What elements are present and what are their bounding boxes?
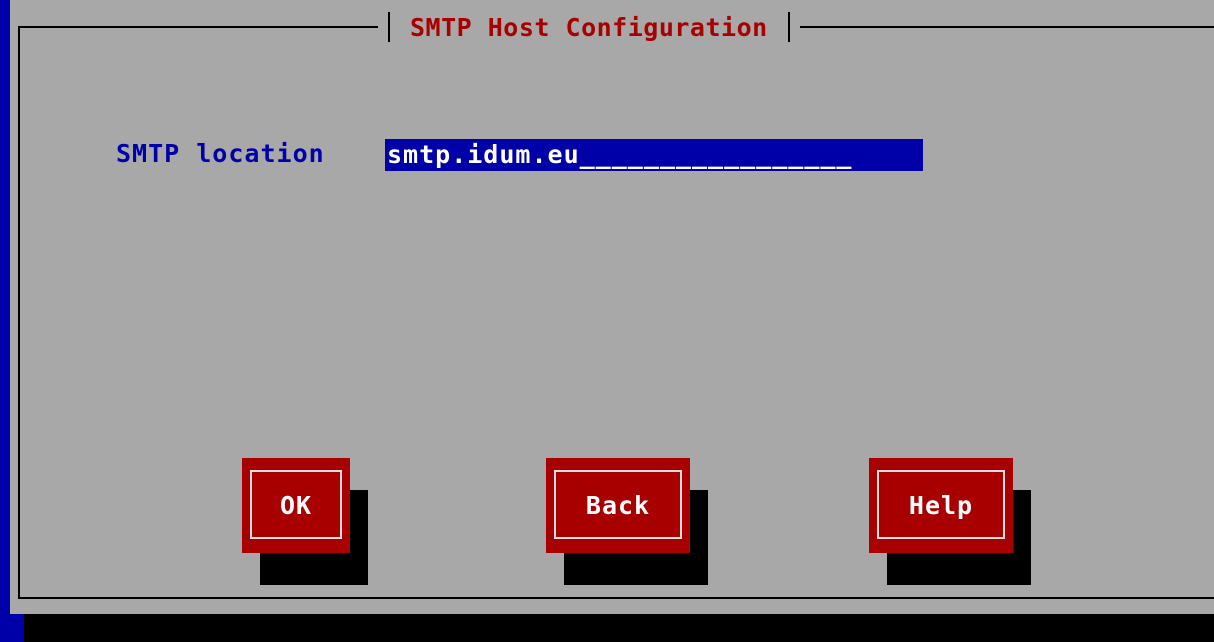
back-button[interactable]: Back xyxy=(546,458,690,553)
dialog-bottom-shadow xyxy=(24,614,1214,642)
title-left-tick xyxy=(388,12,390,42)
ok-button-label: OK xyxy=(279,491,313,520)
back-button-label: Back xyxy=(585,491,651,520)
help-button[interactable]: Help xyxy=(869,458,1013,553)
title-right-tick xyxy=(787,12,790,42)
smtp-config-dialog: SMTP Host Configuration SMTP location sm… xyxy=(10,0,1214,614)
dialog-title-bar: SMTP Host Configuration xyxy=(378,12,800,42)
smtp-location-input[interactable]: smtp.idum.eu_________________ xyxy=(385,139,923,171)
smtp-location-label: SMTP location xyxy=(116,139,325,168)
dialog-title: SMTP Host Configuration xyxy=(410,12,768,42)
ok-button[interactable]: OK xyxy=(242,458,350,553)
help-button-label: Help xyxy=(908,491,974,520)
